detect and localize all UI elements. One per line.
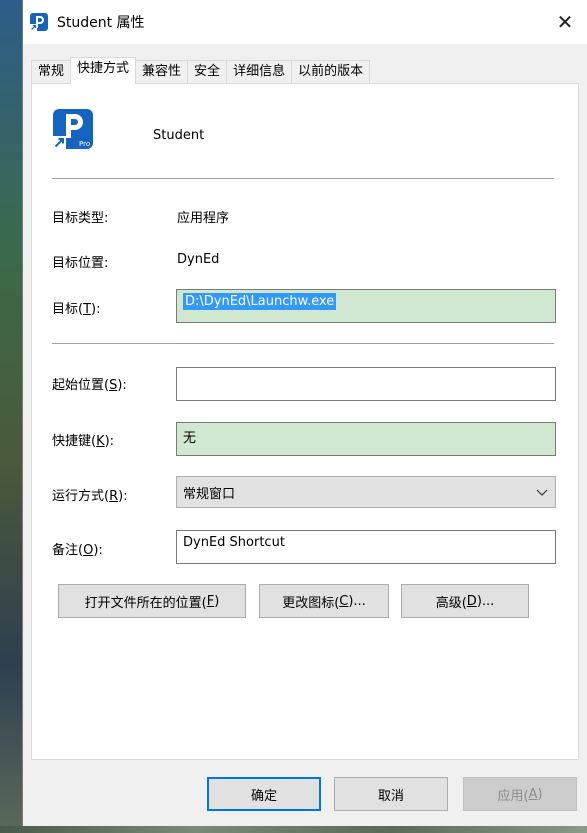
target-location-value: DynEd xyxy=(177,252,220,267)
run-label: 运行方式(R): xyxy=(52,489,128,504)
ok-button[interactable]: 确定 xyxy=(207,777,321,811)
window-title: Student 属性 xyxy=(57,15,145,31)
app-icon: Pro xyxy=(53,109,93,149)
start-in-input[interactable] xyxy=(176,367,556,401)
target-type-label: 目标类型: xyxy=(52,211,109,226)
close-button[interactable]: ✕ xyxy=(542,0,587,44)
tab-compatibility[interactable]: 兼容性 xyxy=(135,60,189,84)
properties-dialog: Student 属性 ✕ 常规 快捷方式 兼容性 安全 详细信息 以前的版本 P… xyxy=(22,0,587,826)
apply-button[interactable]: 应用(A) xyxy=(463,777,577,811)
separator xyxy=(52,178,554,179)
dialog-body: 常规 快捷方式 兼容性 安全 详细信息 以前的版本 Pro Student 目标… xyxy=(23,44,587,826)
tab-security[interactable]: 安全 xyxy=(187,60,228,84)
app-name: Student xyxy=(153,128,205,143)
open-file-location-button[interactable]: 打开文件所在的位置(F) xyxy=(58,584,246,618)
tab-previous-versions[interactable]: 以前的版本 xyxy=(291,60,371,84)
tab-strip: 常规 快捷方式 兼容性 安全 详细信息 以前的版本 xyxy=(31,57,371,84)
comment-value: DynEd Shortcut xyxy=(183,535,285,550)
target-value: D:\DynEd\Launchw.exe xyxy=(183,293,337,310)
target-type-value: 应用程序 xyxy=(177,211,230,226)
comment-label: 备注(O): xyxy=(52,543,103,558)
separator xyxy=(52,343,554,344)
start-in-label: 起始位置(S): xyxy=(52,378,127,393)
advanced-button[interactable]: 高级(D)... xyxy=(401,584,529,618)
target-input[interactable]: D:\DynEd\Launchw.exe xyxy=(176,289,556,323)
tab-details[interactable]: 详细信息 xyxy=(226,60,293,84)
app-icon-small xyxy=(30,13,48,31)
title-bar[interactable]: Student 属性 ✕ xyxy=(23,0,587,44)
hotkey-input[interactable]: 无 xyxy=(176,422,556,456)
desktop-background-left xyxy=(0,0,22,833)
run-select[interactable]: 常规窗口 xyxy=(176,476,556,508)
chevron-down-icon xyxy=(536,489,548,496)
shortcut-panel: Pro Student 目标类型: 应用程序 目标位置: DynEd 目标(T)… xyxy=(31,83,579,760)
app-icon-badge: Pro xyxy=(79,140,90,148)
desktop-background-bottom xyxy=(0,826,587,833)
cancel-button[interactable]: 取消 xyxy=(334,777,448,811)
target-label: 目标(T): xyxy=(52,302,101,317)
hotkey-label: 快捷键(K): xyxy=(52,434,115,449)
run-select-value: 常规窗口 xyxy=(183,487,236,502)
change-icon-button[interactable]: 更改图标(C)... xyxy=(259,584,389,618)
hotkey-value: 无 xyxy=(183,431,197,446)
tab-general[interactable]: 常规 xyxy=(31,60,72,84)
close-icon: ✕ xyxy=(556,10,574,34)
target-location-label: 目标位置: xyxy=(52,256,109,271)
comment-input[interactable]: DynEd Shortcut xyxy=(176,530,556,564)
tab-shortcut[interactable]: 快捷方式 xyxy=(70,57,137,84)
